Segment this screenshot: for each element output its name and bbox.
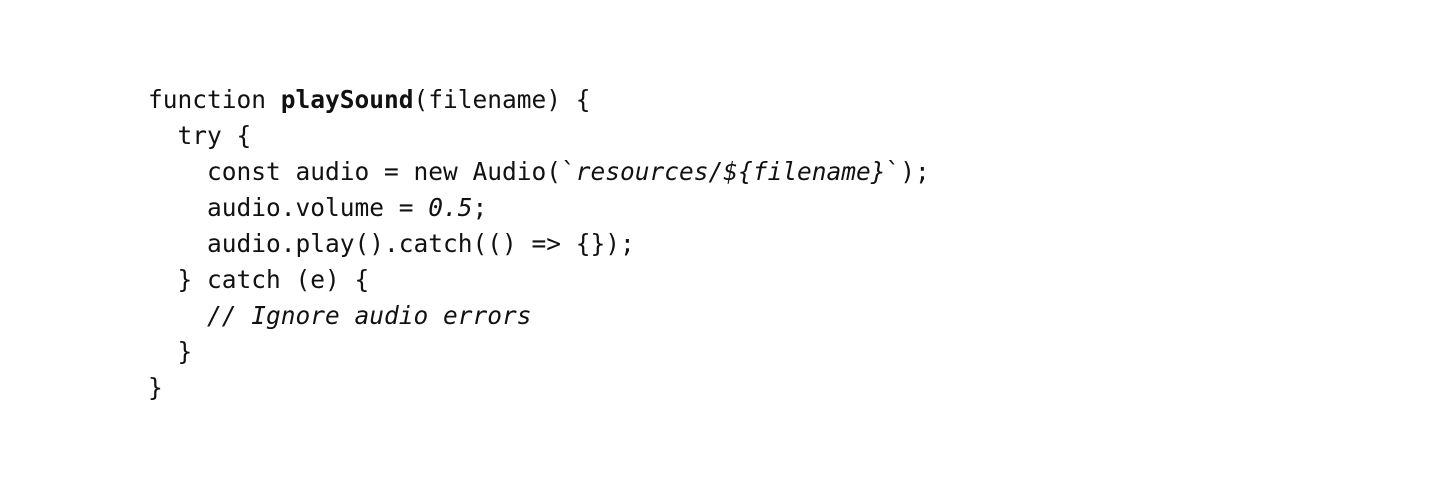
code-line-close-function: } — [148, 373, 163, 402]
comment-indent — [148, 301, 207, 330]
code-line-volume: audio.volume = 0.5; — [148, 190, 930, 226]
code-line-comment: // Ignore audio errors — [148, 298, 930, 334]
function-keyword: function — [148, 85, 281, 114]
code-block: function playSound(filename) { try { con… — [148, 82, 930, 406]
code-comment: // Ignore audio errors — [207, 301, 532, 330]
function-name: playSound — [280, 85, 414, 114]
template-literal: resources/${filename} — [575, 157, 886, 186]
function-params: (filename) { — [413, 85, 591, 114]
code-line-function-declaration: function playSound(filename) { — [148, 82, 930, 118]
audio-constructor-prefix: const audio = new Audio(` — [148, 157, 576, 186]
volume-semicolon: ; — [472, 193, 488, 222]
volume-assignment: audio.volume = — [148, 193, 429, 222]
code-line-play: audio.play().catch(() => {}); — [148, 229, 635, 258]
code-line-close-catch: } — [148, 337, 193, 366]
code-line-catch: } catch (e) { — [148, 265, 370, 294]
volume-number: 0.5 — [428, 193, 473, 222]
audio-constructor-suffix: `); — [885, 157, 930, 186]
code-line-audio-constructor: const audio = new Audio(`resources/${fil… — [148, 154, 930, 190]
code-line-try: try { — [148, 121, 252, 150]
